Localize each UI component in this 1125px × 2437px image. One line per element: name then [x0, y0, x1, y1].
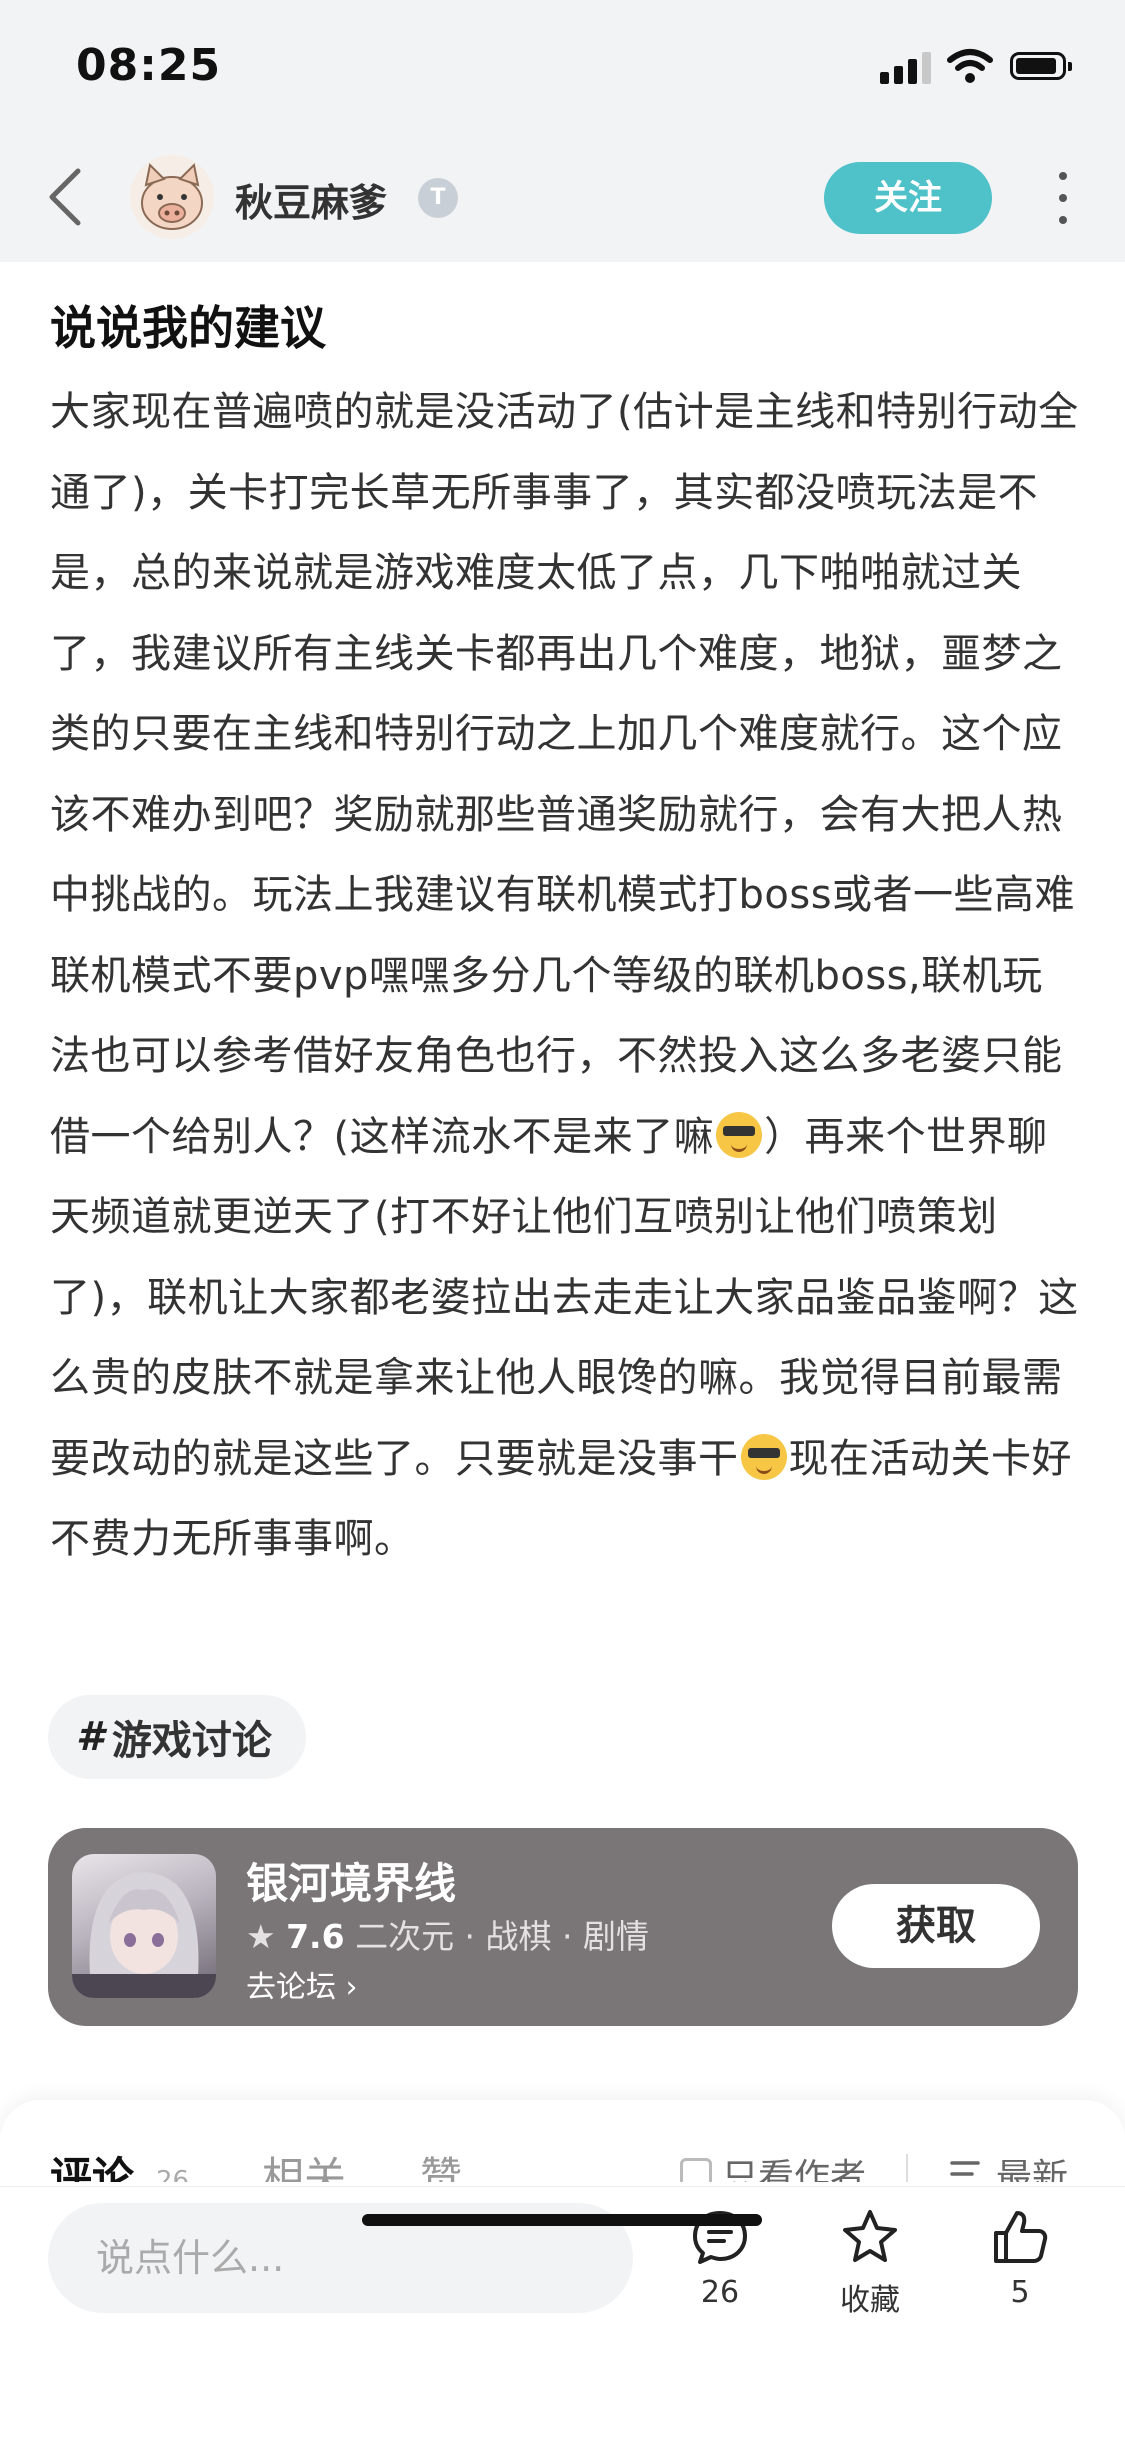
tab-comments[interactable]: 评论	[50, 2144, 134, 2182]
comment-tabs: 评论 26 相关 赞 只看作者 最新	[0, 2100, 1125, 2182]
author-name[interactable]: 秋豆麻爹	[235, 172, 387, 227]
home-indicator	[362, 2214, 762, 2226]
divider	[906, 2154, 908, 2182]
favorite-label: 收藏	[840, 2283, 900, 2318]
post-title: 说说我的建议	[50, 301, 326, 355]
only-author-label: 只看作者	[722, 2157, 867, 2182]
wifi-icon	[947, 49, 993, 83]
tab-comments-count: 26	[156, 2166, 190, 2182]
status-time: 08:25	[76, 40, 222, 91]
only-author-toggle[interactable]: 只看作者	[680, 2148, 866, 2182]
post-body-text: 大家现在普遍喷的就是没活动了(估计是主线和特别行动全通了)，关卡打完长草无所事事…	[50, 389, 1079, 1160]
like-count: 5	[1010, 2275, 1030, 2310]
checkbox-icon	[680, 2158, 712, 2182]
game-genres: 二次元 · 战棋 · 剧情	[355, 1917, 650, 1956]
star-outline-icon	[843, 2210, 897, 2262]
back-icon[interactable]	[44, 165, 88, 229]
star-icon: ★	[246, 1917, 276, 1956]
forum-link-label: 去论坛	[246, 1970, 336, 2005]
game-icon	[72, 1854, 216, 1998]
sort-label: 最新	[996, 2157, 1069, 2182]
sweat-emoji-icon	[740, 1433, 787, 1480]
more-options-icon[interactable]	[1052, 170, 1074, 226]
level-badge-icon: T	[418, 178, 458, 218]
sort-icon	[950, 2161, 980, 2176]
game-title: 银河境界线	[246, 1859, 457, 1908]
topic-tag-label: 游戏讨论	[111, 1718, 272, 1764]
comment-count: 26	[700, 2275, 740, 2310]
topic-tag[interactable]: # 游戏讨论	[48, 1695, 306, 1779]
cool-emoji-icon	[716, 1111, 763, 1158]
post-body-text: ）再来个世界聊天频道就更逆天了(打不好让他们互喷别让他们喷策划了)，联机让大家都…	[50, 1113, 1079, 1482]
game-rating: 7.6	[286, 1917, 345, 1956]
cellular-signal-icon	[880, 50, 934, 84]
get-game-button[interactable]: 获取	[832, 1884, 1040, 1968]
post-body: 大家现在普遍喷的就是没活动了(估计是主线和特别行动全通了)，关卡打完长草无所事事…	[50, 372, 1080, 1580]
favorite-button[interactable]: 收藏	[810, 2207, 930, 2319]
forum-link[interactable]: 去论坛 ›	[246, 1962, 358, 2006]
tab-likes[interactable]: 赞	[420, 2144, 462, 2182]
author-avatar[interactable]	[130, 155, 214, 239]
like-button[interactable]: 5	[960, 2207, 1080, 2310]
follow-button[interactable]: 关注	[824, 162, 992, 234]
chevron-right-icon: ›	[345, 1970, 358, 2005]
battery-icon	[1010, 52, 1072, 80]
sort-toggle[interactable]: 最新	[950, 2148, 1068, 2182]
game-card[interactable]: 银河境界线 ★ 7.6 二次元 · 战棋 · 剧情 去论坛 › 获取	[48, 1828, 1078, 2026]
tab-related[interactable]: 相关	[262, 2144, 346, 2182]
thumbs-up-icon	[994, 2211, 1048, 2263]
hashtag-icon: #	[76, 1714, 104, 1760]
game-meta: ★ 7.6 二次元 · 战棋 · 剧情	[246, 1910, 649, 1958]
